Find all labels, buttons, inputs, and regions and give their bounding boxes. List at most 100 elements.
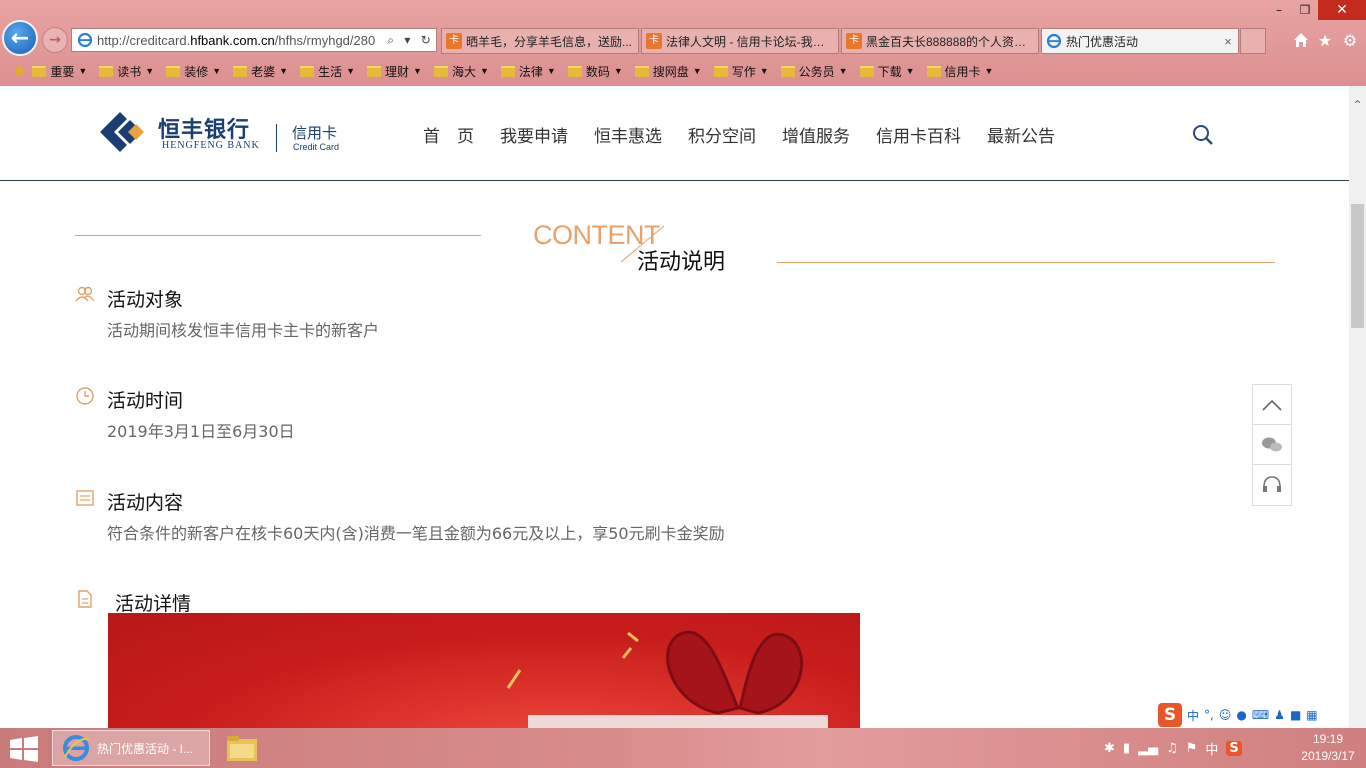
nav-card-encyclopedia[interactable]: 信用卡百科 [876, 122, 961, 147]
promo-banner-image [108, 613, 860, 728]
browser-chrome: ← → http://creditcard.hfbank.com.cn/hfhs… [0, 0, 1366, 86]
favorites-folder[interactable]: 读书 ▼ [99, 63, 154, 80]
tray-sogou-icon[interactable]: S [1226, 740, 1242, 756]
taskbar-explorer-button[interactable] [222, 732, 262, 764]
favorites-folder[interactable]: 法律 ▼ [500, 63, 556, 80]
favorites-folder[interactable]: 下载 ▼ [859, 63, 915, 80]
ime-mic-icon[interactable]: ● [1236, 708, 1246, 722]
favorites-folder[interactable]: 老婆 ▼ [233, 63, 288, 80]
nav-home[interactable]: 首 页 [423, 122, 474, 147]
device-icon[interactable]: ▮ [1123, 741, 1130, 756]
favorites-folder-label: 法律 [518, 64, 543, 79]
address-search-icon[interactable]: ⌕ [387, 33, 394, 48]
favorites-folder[interactable]: 生活 ▼ [300, 63, 355, 80]
chevron-down-icon: ▼ [279, 66, 289, 76]
nav-announcements[interactable]: 最新公告 [987, 122, 1055, 147]
ime-keyboard-icon[interactable]: ⌨ [1252, 708, 1269, 722]
home-icon[interactable] [1290, 30, 1312, 50]
favorites-add-icon[interactable]: ★ [12, 61, 26, 81]
flag-icon[interactable]: ⚑ [1186, 741, 1198, 756]
close-window-button[interactable]: ✕ [1318, 0, 1366, 20]
bluetooth-icon[interactable]: ✱ [1104, 741, 1115, 756]
minimize-button[interactable]: – [1266, 0, 1292, 20]
heading-line-right [777, 262, 1275, 263]
ime-menu-icon[interactable]: ▦ [1306, 708, 1317, 722]
tray-language[interactable]: 中 [1205, 739, 1218, 758]
favorites-folder-label: 海大 [451, 64, 476, 79]
chevron-down-icon: ▼ [346, 66, 356, 76]
tab-active[interactable]: 热门优惠活动 × [1041, 28, 1239, 54]
favorites-folder-label: 理财 [385, 64, 410, 79]
taskbar-ie-label: 热门优惠活动 - I... [97, 741, 194, 756]
favorites-folder[interactable]: 数码 ▼ [567, 63, 623, 80]
back-button[interactable]: ← [2, 20, 38, 56]
favorites-folder[interactable]: 公务员 ▼ [780, 63, 848, 80]
restore-button[interactable]: ❐ [1292, 0, 1318, 20]
gear-icon[interactable]: ⚙ [1339, 30, 1361, 50]
favorites-folder-label: 下载 [877, 64, 902, 79]
favorites-folder[interactable]: 重要 ▼ [32, 63, 87, 80]
tab-favicon: 卡 [446, 33, 462, 49]
folder-icon [166, 65, 181, 77]
favorites-folder-label: 数码 [585, 64, 610, 79]
address-bar[interactable]: http://creditcard.hfbank.com.cn/hfhs/rmy… [71, 28, 437, 52]
heading-cn: 活动说明 [637, 250, 726, 275]
customer-service-button[interactable] [1253, 465, 1291, 505]
tab-label: 法律人文明 - 信用卡论坛-我爱... [666, 34, 835, 49]
section-title: 活动对象 [107, 289, 184, 311]
folder-icon [300, 65, 315, 77]
clock-icon [76, 387, 94, 405]
scroll-up-icon[interactable]: ⌃ [1349, 98, 1366, 116]
system-tray: ✱ ▮ ▂▄ ♫ ⚑ 中 S [1104, 728, 1242, 768]
ime-mode[interactable]: 中 [1187, 707, 1199, 724]
favorites-folder[interactable]: 信用卡 ▼ [926, 63, 993, 80]
nav-apply[interactable]: 我要申请 [500, 122, 568, 147]
web-page: 恒丰银行 HENGFENG BANK 信用卡 Credit Card 首 页 我… [0, 86, 1349, 728]
logo-divider [276, 124, 277, 152]
clock-date: 2019/3/17 [1301, 749, 1355, 763]
folder-icon [500, 65, 515, 77]
gift-box-graphic [506, 630, 828, 728]
wechat-button[interactable] [1253, 425, 1291, 465]
search-icon[interactable] [1192, 124, 1214, 146]
windows-start-icon[interactable] [8, 736, 40, 762]
network-icon[interactable]: ▂▄ [1138, 741, 1158, 756]
folder-icon [233, 65, 248, 77]
clock-time: 19:19 [1312, 732, 1344, 746]
nav-points-space[interactable]: 积分空间 [688, 122, 756, 147]
favorites-folder[interactable]: 写作 ▼ [713, 63, 769, 80]
page-scrollbar[interactable]: ⌃ [1349, 86, 1366, 728]
ime-user-icon[interactable]: ♟ [1274, 708, 1285, 722]
tab-1[interactable]: 卡 晒羊毛，分享羊毛信息，送励... [441, 28, 639, 54]
chevron-down-icon: ▼ [413, 66, 422, 76]
back-to-top-button[interactable] [1253, 385, 1291, 425]
favorites-folder[interactable]: 搜网盘 ▼ [634, 63, 702, 80]
favorites-folder[interactable]: 理财 ▼ [367, 63, 422, 80]
new-tab-button[interactable] [1240, 28, 1266, 54]
favorites-folder-label: 生活 [318, 64, 343, 79]
nav-value-added-services[interactable]: 增值服务 [782, 122, 850, 147]
favorites-folder[interactable]: 装修 ▼ [166, 63, 221, 80]
ime-emoji-icon[interactable]: ☺ [1219, 708, 1232, 722]
tab-favicon: 卡 [846, 33, 862, 49]
scroll-thumb[interactable] [1351, 204, 1364, 328]
bank-logo[interactable]: 恒丰银行 HENGFENG BANK 信用卡 Credit Card [100, 110, 350, 156]
ime-punctuation[interactable]: °, [1204, 708, 1214, 722]
nav-hengfeng-selection[interactable]: 恒丰惠选 [594, 122, 662, 147]
sogou-ime-icon[interactable]: S [1158, 703, 1182, 727]
tab-3[interactable]: 卡 黑金百夫长888888的个人资料... [841, 28, 1039, 54]
ime-skin-icon[interactable]: ■ [1290, 708, 1301, 722]
refresh-icon[interactable]: ↻ [421, 33, 431, 48]
tab-close-icon[interactable]: × [1218, 34, 1238, 49]
system-clock[interactable]: 19:19 2019/3/17 [1290, 731, 1366, 765]
favorites-folder[interactable]: 海大 ▼ [433, 63, 489, 80]
ie-icon [77, 32, 93, 48]
volume-icon[interactable]: ♫ [1166, 741, 1178, 756]
taskbar-ie-button[interactable]: 热门优惠活动 - I... [52, 730, 210, 766]
forward-button[interactable]: → [42, 27, 68, 53]
chevron-up-icon [1262, 399, 1282, 411]
address-dropdown-icon[interactable]: ▾ [404, 33, 410, 48]
favorites-star-icon[interactable]: ★ [1314, 30, 1336, 50]
tab-2[interactable]: 卡 法律人文明 - 信用卡论坛-我爱... [641, 28, 839, 54]
ie-icon [63, 735, 90, 761]
